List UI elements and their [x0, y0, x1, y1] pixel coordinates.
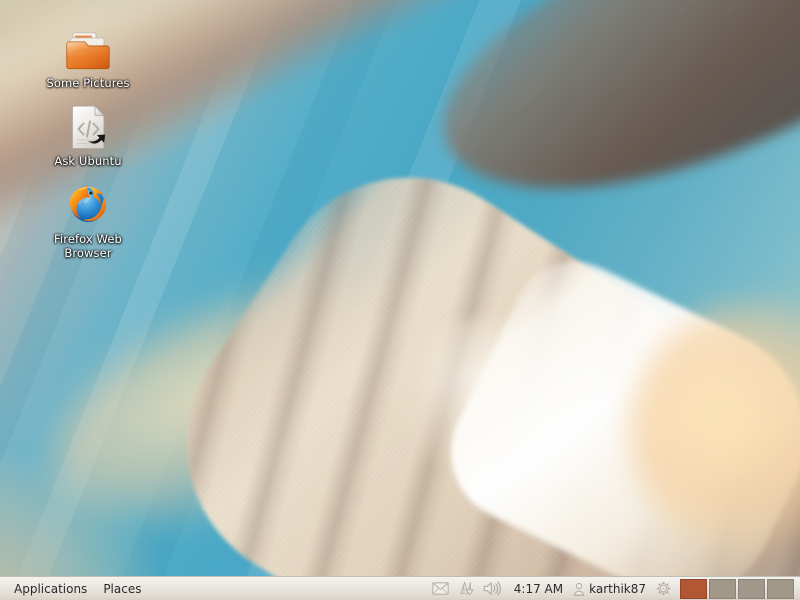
workspace-1[interactable] — [680, 578, 707, 599]
workspace-2[interactable] — [709, 578, 736, 599]
panel-menu-group: Applications Places — [0, 579, 149, 599]
network-updown-icon[interactable] — [454, 578, 480, 600]
gear-settings-icon[interactable] — [650, 578, 676, 600]
menu-places[interactable]: Places — [96, 579, 148, 599]
workspace-switcher[interactable] — [680, 578, 794, 599]
firefox-icon — [34, 178, 142, 230]
workspace-3[interactable] — [738, 578, 765, 599]
desktop-icon-label: Firefox Web Browser — [54, 232, 122, 260]
desktop[interactable]: Some Pictures Ask Ubuntu Firefox Web Bro… — [0, 0, 800, 600]
desktop-icon-firefox-web-browser[interactable]: Firefox Web Browser — [34, 178, 142, 260]
bottom-panel: Applications Places 4:17 AM karthik87 — [0, 576, 800, 600]
user-name: karthik87 — [589, 581, 646, 596]
menu-applications[interactable]: Applications — [7, 579, 94, 599]
desktop-icon-label: Ask Ubuntu — [54, 154, 122, 168]
code-document-shortcut-icon — [34, 100, 142, 152]
desktop-icon-some-pictures[interactable]: Some Pictures — [34, 22, 142, 91]
speaker-volume-icon[interactable] — [480, 578, 506, 600]
desktop-icon-label: Some Pictures — [46, 76, 130, 90]
desktop-icon-ask-ubuntu[interactable]: Ask Ubuntu — [34, 100, 142, 169]
folder-icon — [34, 22, 142, 74]
system-tray: 4:17 AM karthik87 — [428, 578, 800, 600]
user-indicator[interactable]: karthik87 — [571, 582, 650, 596]
envelope-icon[interactable] — [428, 578, 454, 600]
workspace-4[interactable] — [767, 578, 794, 599]
clock[interactable]: 4:17 AM — [506, 582, 571, 596]
user-avatar-icon — [573, 582, 585, 596]
